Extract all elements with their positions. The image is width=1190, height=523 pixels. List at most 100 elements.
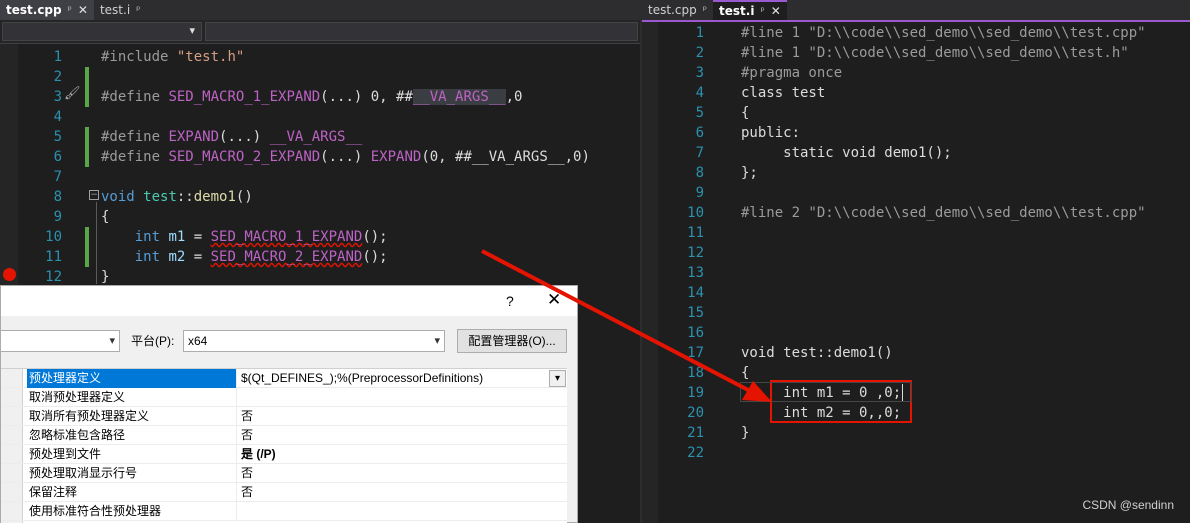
line-number: 7 (695, 145, 704, 161)
vertical-scrollbar[interactable] (1176, 22, 1190, 523)
line-number: 3 (53, 89, 62, 105)
property-row[interactable]: 取消所有预处理器定义 否 (1, 407, 567, 426)
code-line: } (101, 269, 110, 285)
tab-test-cpp[interactable]: test.cpp ᵖ (642, 0, 713, 20)
line-number: 1 (695, 25, 704, 41)
code-line: #define SED_MACRO_1_EXPAND(...) 0, ##__V… (101, 89, 523, 105)
property-row[interactable]: 预处理取消显示行号 否 (1, 464, 567, 483)
line-number: 5 (53, 129, 62, 145)
change-marker (85, 127, 89, 167)
brush-icon[interactable]: 🖌 (64, 86, 81, 101)
line-number: 12 (45, 269, 62, 285)
line-number: 11 (687, 225, 704, 241)
chevron-down-icon: ▾ (434, 335, 440, 347)
line-number: 8 (53, 189, 62, 205)
property-name: 预处理器定义 (27, 369, 237, 388)
breakpoint-icon[interactable] (3, 268, 16, 281)
screen: test.cpp ᵖ ✕ test.i ᵖ ▾ 1 2 3 4 5 6 7 8 … (0, 0, 1190, 523)
right-tab-bar: test.cpp ᵖ test.i ᵖ ✕ (642, 0, 1190, 20)
property-row[interactable]: 预处理器定义 $(Qt_DEFINES_);%(PreprocessorDefi… (1, 369, 567, 388)
fold-guide (96, 202, 97, 284)
property-value[interactable]: 否 (241, 426, 549, 445)
current-line-frame (740, 382, 912, 402)
tab-label: test.cpp (648, 3, 697, 17)
line-number: 16 (687, 325, 704, 341)
property-row[interactable]: 预处理到文件 是 (/P) (1, 445, 567, 464)
tab-test-i[interactable]: test.i ᵖ (94, 0, 147, 20)
tab-label: test.i (99, 3, 131, 17)
tab-label: test.i (719, 4, 755, 18)
property-pages-dialog: ? ✕ ▾ 平台(P): x64 ▾ 配置管理器(O)... 预处理器定义 $(… (0, 285, 578, 523)
property-name: 取消所有预处理器定义 (27, 407, 237, 426)
code-line: #include "test.h" (101, 49, 245, 65)
configuration-manager-button[interactable]: 配置管理器(O)... (457, 329, 567, 353)
pin-icon[interactable]: ᵖ (703, 5, 707, 16)
code-line: class test (741, 85, 826, 101)
line-number: 15 (687, 305, 704, 321)
code-line: }; (741, 165, 758, 181)
help-icon[interactable]: ? (506, 293, 514, 309)
line-number: 6 (695, 125, 704, 141)
property-value[interactable]: 否 (241, 464, 549, 483)
code-line: } (741, 425, 750, 441)
property-name: 忽略标准包含路径 (27, 426, 237, 445)
line-number: 4 (53, 109, 62, 125)
close-icon[interactable]: ✕ (547, 290, 561, 310)
line-number: 9 (695, 185, 704, 201)
property-value[interactable]: 否 (241, 407, 549, 426)
dialog-title-bar: ? ✕ (1, 286, 577, 316)
code-line: #define EXPAND(...) __VA_ARGS__ (101, 129, 363, 145)
property-name: 取消预处理器定义 (27, 388, 237, 407)
tab-test-cpp[interactable]: test.cpp ᵖ ✕ (0, 0, 94, 20)
chevron-down-icon[interactable]: ▾ (549, 370, 566, 387)
line-number: 10 (45, 229, 62, 245)
property-row[interactable]: 使用标准符合性预处理器 (1, 502, 567, 521)
property-name: 保留注释 (27, 483, 237, 502)
pin-icon[interactable]: ᵖ (136, 5, 140, 16)
chevron-down-icon: ▾ (109, 335, 115, 347)
platform-dropdown[interactable]: x64 ▾ (183, 330, 445, 352)
close-icon[interactable]: ✕ (78, 3, 88, 17)
line-number: 20 (687, 405, 704, 421)
line-number: 3 (695, 65, 704, 81)
line-number: 4 (695, 85, 704, 101)
property-row[interactable]: 取消预处理器定义 (1, 388, 567, 407)
line-number: 9 (53, 209, 62, 225)
tab-test-i[interactable]: test.i ᵖ ✕ (713, 0, 787, 20)
line-number: 8 (695, 165, 704, 181)
property-row[interactable]: 忽略标准包含路径 否 (1, 426, 567, 445)
tab-label: test.cpp (6, 3, 62, 17)
code-line: public: (741, 125, 801, 141)
property-row[interactable]: 保留注释 否 (1, 483, 567, 502)
line-number: 14 (687, 285, 704, 301)
property-value[interactable]: 否 (241, 483, 549, 502)
scope-dropdown[interactable]: ▾ (2, 22, 202, 41)
line-number: 17 (687, 345, 704, 361)
line-number: 13 (687, 265, 704, 281)
glyph-margin (642, 22, 658, 523)
collapse-icon[interactable]: − (89, 190, 99, 200)
code-line: #line 1 "D:\\code\\sed_demo\\sed_demo\\t… (741, 25, 1146, 41)
code-line: int m1 = SED_MACRO_1_EXPAND(); (134, 229, 388, 245)
close-icon[interactable]: ✕ (771, 4, 781, 18)
code-line: int m2 = SED_MACRO_2_EXPAND(); (134, 249, 388, 265)
property-value[interactable]: $(Qt_DEFINES_);%(PreprocessorDefinitions… (241, 369, 549, 388)
code-line: #pragma once (741, 65, 843, 81)
line-number: 10 (687, 205, 704, 221)
pin-icon[interactable]: ᵖ (68, 5, 72, 16)
line-number: 22 (687, 445, 704, 461)
configuration-dropdown[interactable]: ▾ (0, 330, 120, 352)
property-value[interactable]: 是 (/P) (241, 445, 549, 464)
line-number: 21 (687, 425, 704, 441)
code-line: #define SED_MACRO_2_EXPAND(...) EXPAND(0… (101, 149, 590, 165)
code-line: void test::demo1() (101, 189, 253, 205)
pin-icon[interactable]: ᵖ (760, 6, 764, 17)
code-line: { (741, 365, 750, 381)
member-dropdown[interactable] (205, 22, 638, 41)
platform-value: x64 (188, 334, 208, 348)
code-line: { (741, 105, 750, 121)
navigation-bar: ▾ (0, 20, 640, 44)
left-tab-bar: test.cpp ᵖ ✕ test.i ᵖ (0, 0, 640, 20)
code-line: #line 2 "D:\\code\\sed_demo\\sed_demo\\t… (741, 205, 1146, 221)
platform-label: 平台(P): (131, 334, 175, 348)
